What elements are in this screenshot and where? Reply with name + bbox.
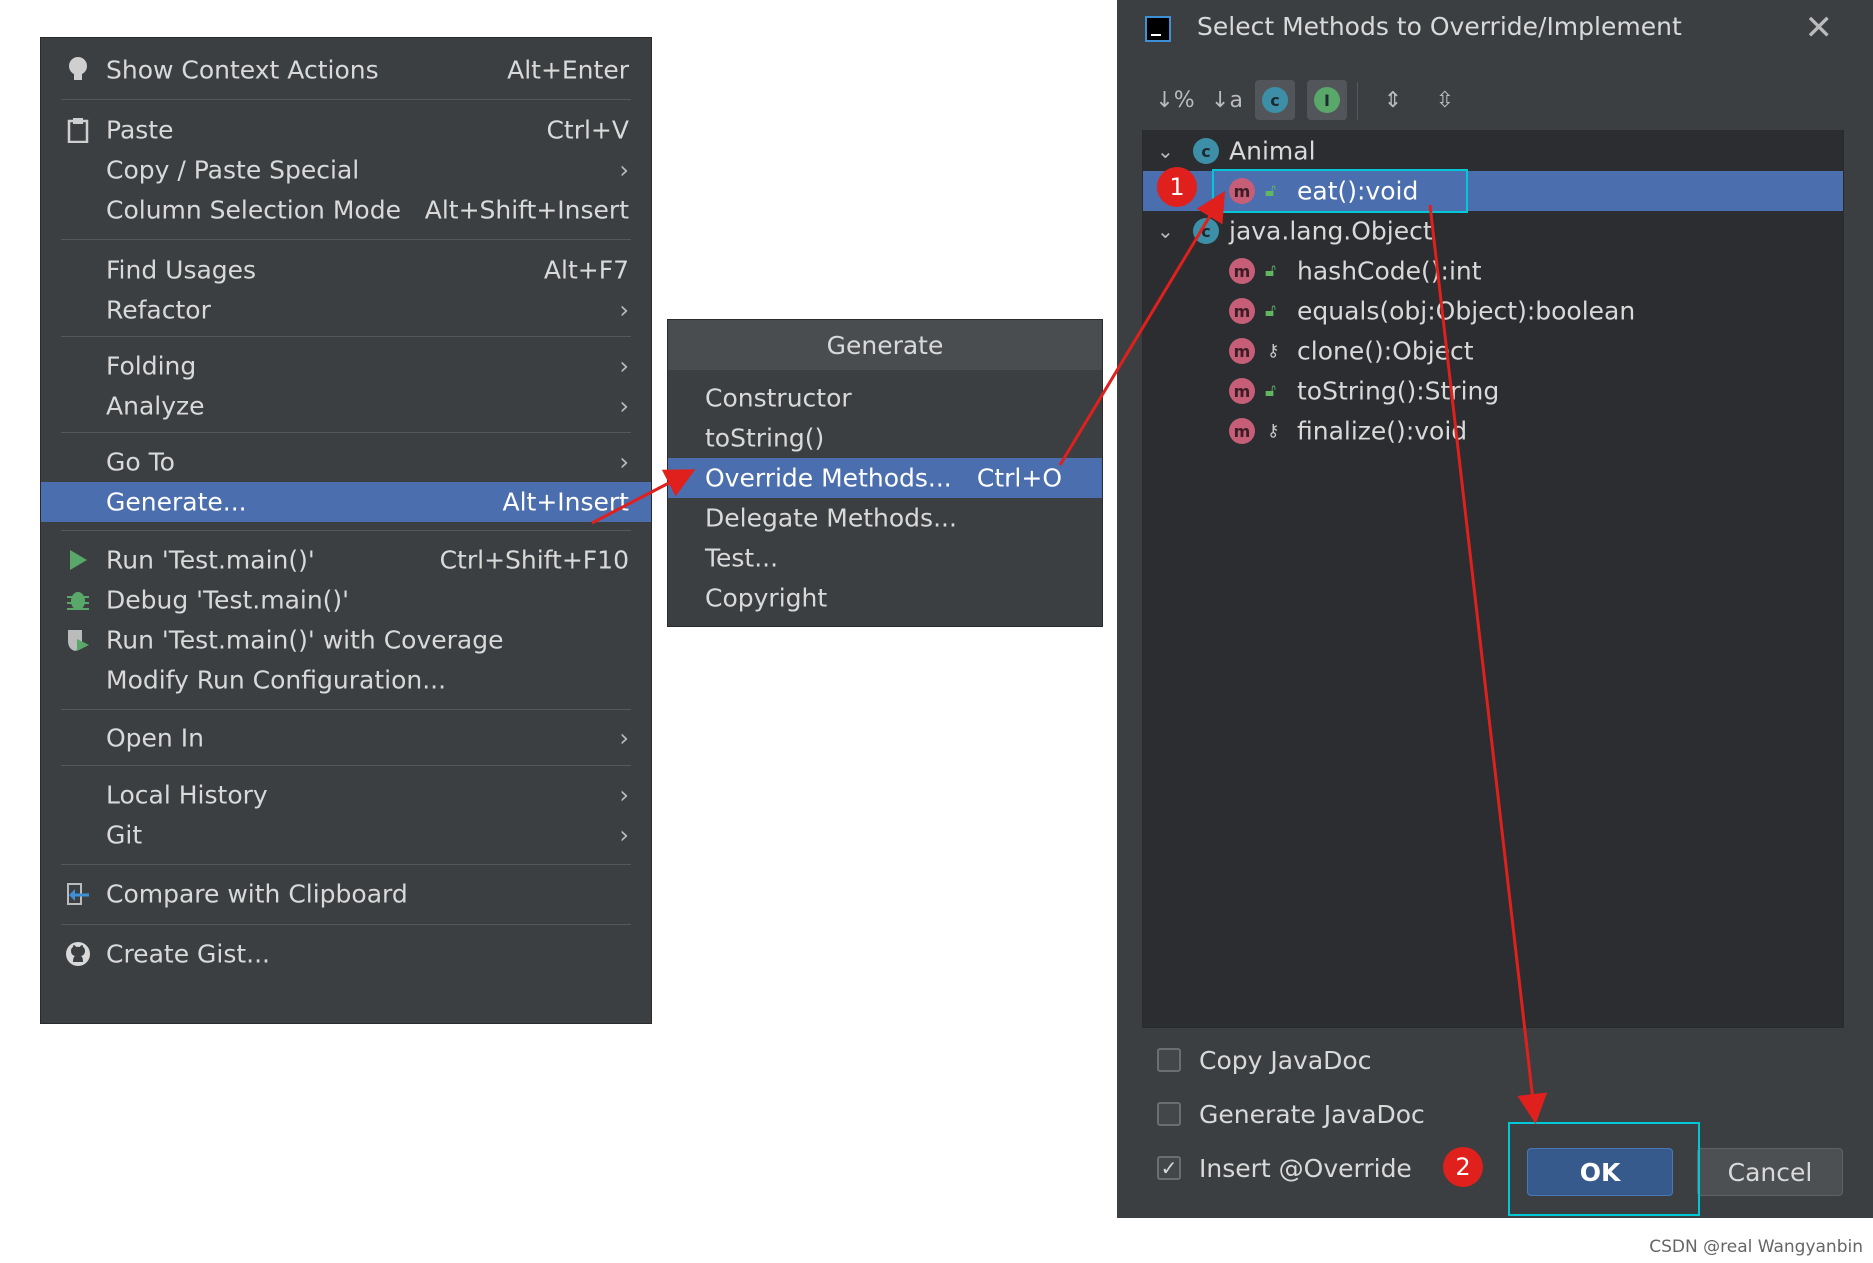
arrow-to-ok-button (1428, 204, 1548, 1124)
arrow-to-eat-method (1058, 190, 1226, 466)
watermark: CSDN @real Wangyanbin (1649, 1237, 1863, 1257)
arrow-to-override-methods (591, 469, 696, 525)
annotation-arrows (591, 190, 1548, 1124)
